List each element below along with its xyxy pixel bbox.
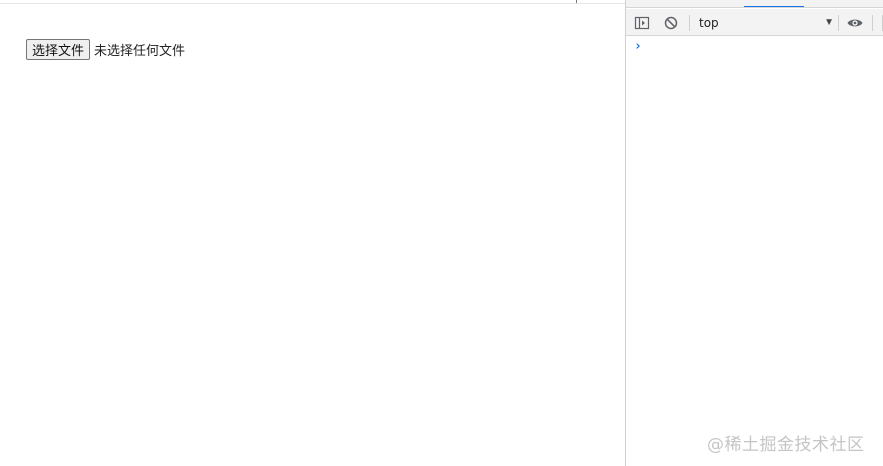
console-input[interactable] bbox=[648, 39, 878, 55]
console-output[interactable]: › bbox=[626, 37, 883, 466]
toolbar-separator bbox=[838, 15, 839, 31]
page-viewport: 选择文件 未选择任何文件 bbox=[0, 0, 625, 466]
console-toolbar: top ▼ bbox=[626, 9, 883, 36]
viewport-top-border bbox=[0, 3, 625, 4]
file-status-text: 未选择任何文件 bbox=[94, 43, 186, 59]
sidebar-toggle-icon[interactable] bbox=[634, 15, 650, 31]
toolbar-separator bbox=[689, 15, 690, 31]
context-value: top bbox=[699, 16, 719, 30]
context-selector[interactable]: top ▼ bbox=[696, 13, 834, 33]
toolbar-separator bbox=[872, 15, 873, 31]
devtools-panel: top ▼ › bbox=[625, 0, 883, 466]
choose-file-button[interactable]: 选择文件 bbox=[26, 38, 91, 60]
browser-window: 选择文件 未选择任何文件 top ▼ › @稀土掘金技术社区 bbox=[0, 0, 883, 466]
viewport-top-mark bbox=[576, 0, 577, 3]
eye-icon[interactable] bbox=[846, 15, 863, 31]
active-tab-indicator bbox=[744, 6, 804, 7]
devtools-tab-bar bbox=[626, 0, 883, 8]
clear-console-icon[interactable] bbox=[663, 15, 679, 31]
chevron-down-icon: ▼ bbox=[824, 17, 834, 28]
console-prompt-icon: › bbox=[634, 39, 642, 54]
watermark: @稀土掘金技术社区 bbox=[707, 435, 865, 455]
file-input[interactable]: 选择文件 未选择任何文件 bbox=[26, 38, 185, 60]
